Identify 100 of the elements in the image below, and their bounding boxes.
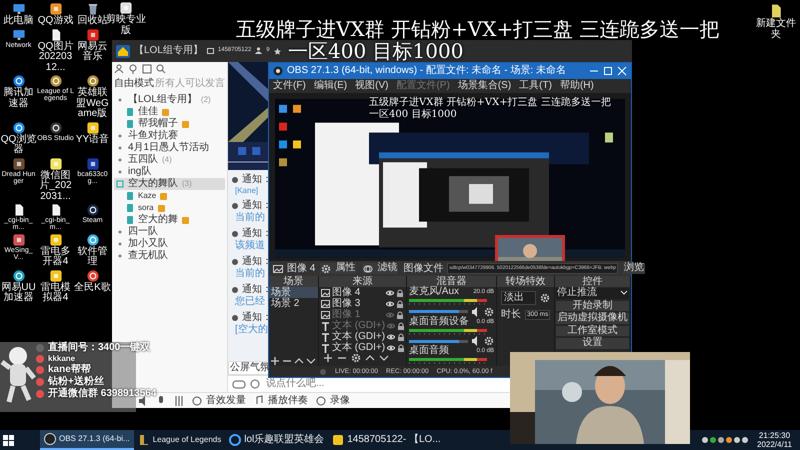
lock-icon[interactable] [396,288,404,297]
toolbar-label[interactable]: 音效发量 [206,394,246,406]
notice-text: 该频道 [234,240,265,252]
app-icon[interactable] [86,232,100,247]
source-item[interactable]: 文本 (GDI+) [332,342,386,354]
app-icon[interactable] [48,2,62,16]
control-button[interactable]: 启动虚拟摄像机 [556,313,629,324]
app-icon[interactable] [48,232,62,247]
person-icon[interactable] [114,64,124,74]
app-icon[interactable] [48,268,62,283]
app-icon[interactable] [86,156,100,170]
app-icon[interactable] [48,120,62,134]
channel-item[interactable]: 帮我帽子 [114,118,225,130]
app-icon [44,433,56,445]
toolbar-label[interactable]: 播放伴奏 [268,394,308,406]
source-item[interactable]: 图像 3 [332,298,384,310]
clock[interactable]: 21:25:30 2022/4/11 [749,431,800,449]
app-icon[interactable] [12,74,26,88]
app-icon[interactable] [48,74,62,88]
channel-item[interactable]: 五四队 (4) [114,154,225,166]
channel-item[interactable]: 斗鱼对抗赛 [114,130,225,142]
scene-item[interactable]: 场景 2 [269,298,318,310]
source-item[interactable]: 文本 (GDI+) [332,331,386,342]
channel-item[interactable]: 查无机队 [114,250,225,262]
lock-icon[interactable] [397,322,406,330]
channel-item[interactable]: 佳佳 [114,106,225,118]
channel-item[interactable]: 4月1日愚人节活动 [114,142,225,154]
menu-item[interactable]: 文件(F) [273,80,306,92]
stream-dropdown[interactable]: 停止推流 [556,288,629,299]
move-down-icon[interactable] [379,353,389,364]
bullet-icon [116,228,124,236]
taskbar-item[interactable]: lol乐趣联盟英雄会 [225,430,328,450]
control-button[interactable]: 开始录制 [556,300,629,312]
source-item[interactable]: 图像 4 [332,287,384,298]
window-title: OBS 27.1.3 (64-bit, windows) - 配置文件: 未命名 - 场景: 未命名 [287,65,566,77]
monitor-icon[interactable] [12,28,26,42]
channel-item[interactable]: 空大的舞 [114,214,225,226]
star-icon[interactable] [274,48,281,54]
home-icon[interactable] [116,44,130,58]
taskbar-item[interactable]: OBS 27.1.3 (64-bi... [40,430,134,450]
channel-item[interactable]: 四一队 [114,226,225,238]
add-icon[interactable] [270,356,280,366]
maximize-icon[interactable] [603,66,613,76]
lock-icon[interactable] [397,332,406,341]
app-icon[interactable] [12,232,26,247]
close-icon[interactable] [617,66,627,76]
browse-button[interactable]: 浏览 [623,263,646,274]
control-button[interactable]: 设置 [556,338,629,349]
notice-text: [空大的 [234,324,268,336]
scene-item[interactable]: 场景 [269,287,318,298]
volume-slider[interactable] [409,340,468,343]
notice-label: 通知： [242,200,272,212]
channel-name: 佳佳 [138,106,158,118]
app-icon[interactable] [86,203,100,217]
location-icon[interactable] [128,64,138,74]
info-icon [232,286,238,293]
volume-slider[interactable] [409,310,468,314]
control-button[interactable]: 工作室模式 [556,326,629,336]
add-icon[interactable] [323,353,333,364]
lock-icon[interactable] [396,310,404,319]
icon-label: QQ图片20220312... [37,42,74,73]
app-icon[interactable] [12,268,26,283]
move-down-icon[interactable] [306,356,316,366]
icon-label: QQ浏览器 [0,134,37,156]
channel-item[interactable]: Kaze [114,190,225,202]
search-icon[interactable] [156,64,166,74]
taskbar-item[interactable]: League of Legends [134,430,226,450]
app-icon[interactable] [12,156,26,170]
menu-item[interactable]: 工具(T) [519,80,552,92]
speaker-icon[interactable] [472,336,480,346]
channel-item[interactable]: ing队 [114,166,225,178]
app-icon[interactable] [119,1,133,15]
channel-item[interactable]: 加小又队 [114,238,225,250]
move-up-icon[interactable] [294,356,304,366]
channel-item[interactable]: 空大的舞队 (3) [114,178,225,190]
app-icon[interactable] [86,120,100,134]
filters-button[interactable]: 滤镜 [362,263,398,274]
channel-item[interactable]: sora [114,202,225,214]
monitor-icon[interactable] [12,2,26,16]
lock-icon[interactable] [397,344,406,352]
equalizer-icon[interactable] [174,394,184,406]
app-icon[interactable] [48,156,62,170]
transition-dropdown[interactable]: 淡出 [501,291,536,306]
app-icon[interactable] [86,28,100,42]
bullet-icon [116,144,124,152]
properties-button[interactable]: 属性 [320,263,356,274]
speaker-icon[interactable] [472,306,480,317]
menu-item[interactable]: 视图(V) [355,80,388,92]
menu-item[interactable]: 场景集合(S) [458,80,512,92]
menu-item[interactable]: 编辑(E) [314,80,348,92]
taskbar-item[interactable]: 1458705122- 【LO... [328,430,445,450]
channel-item[interactable]: 【LOL组专用】 (2) [114,94,225,106]
app-icon[interactable] [86,268,100,283]
menu-item[interactable]: 帮助(H) [560,80,594,92]
channel-name: 【LOL组专用】 [128,94,197,106]
app-icon[interactable] [12,120,26,134]
lock-icon[interactable] [396,300,404,308]
gamepad-icon[interactable] [232,379,246,389]
app-icon[interactable] [86,74,100,88]
toolbar-label[interactable]: 录像 [330,394,350,406]
